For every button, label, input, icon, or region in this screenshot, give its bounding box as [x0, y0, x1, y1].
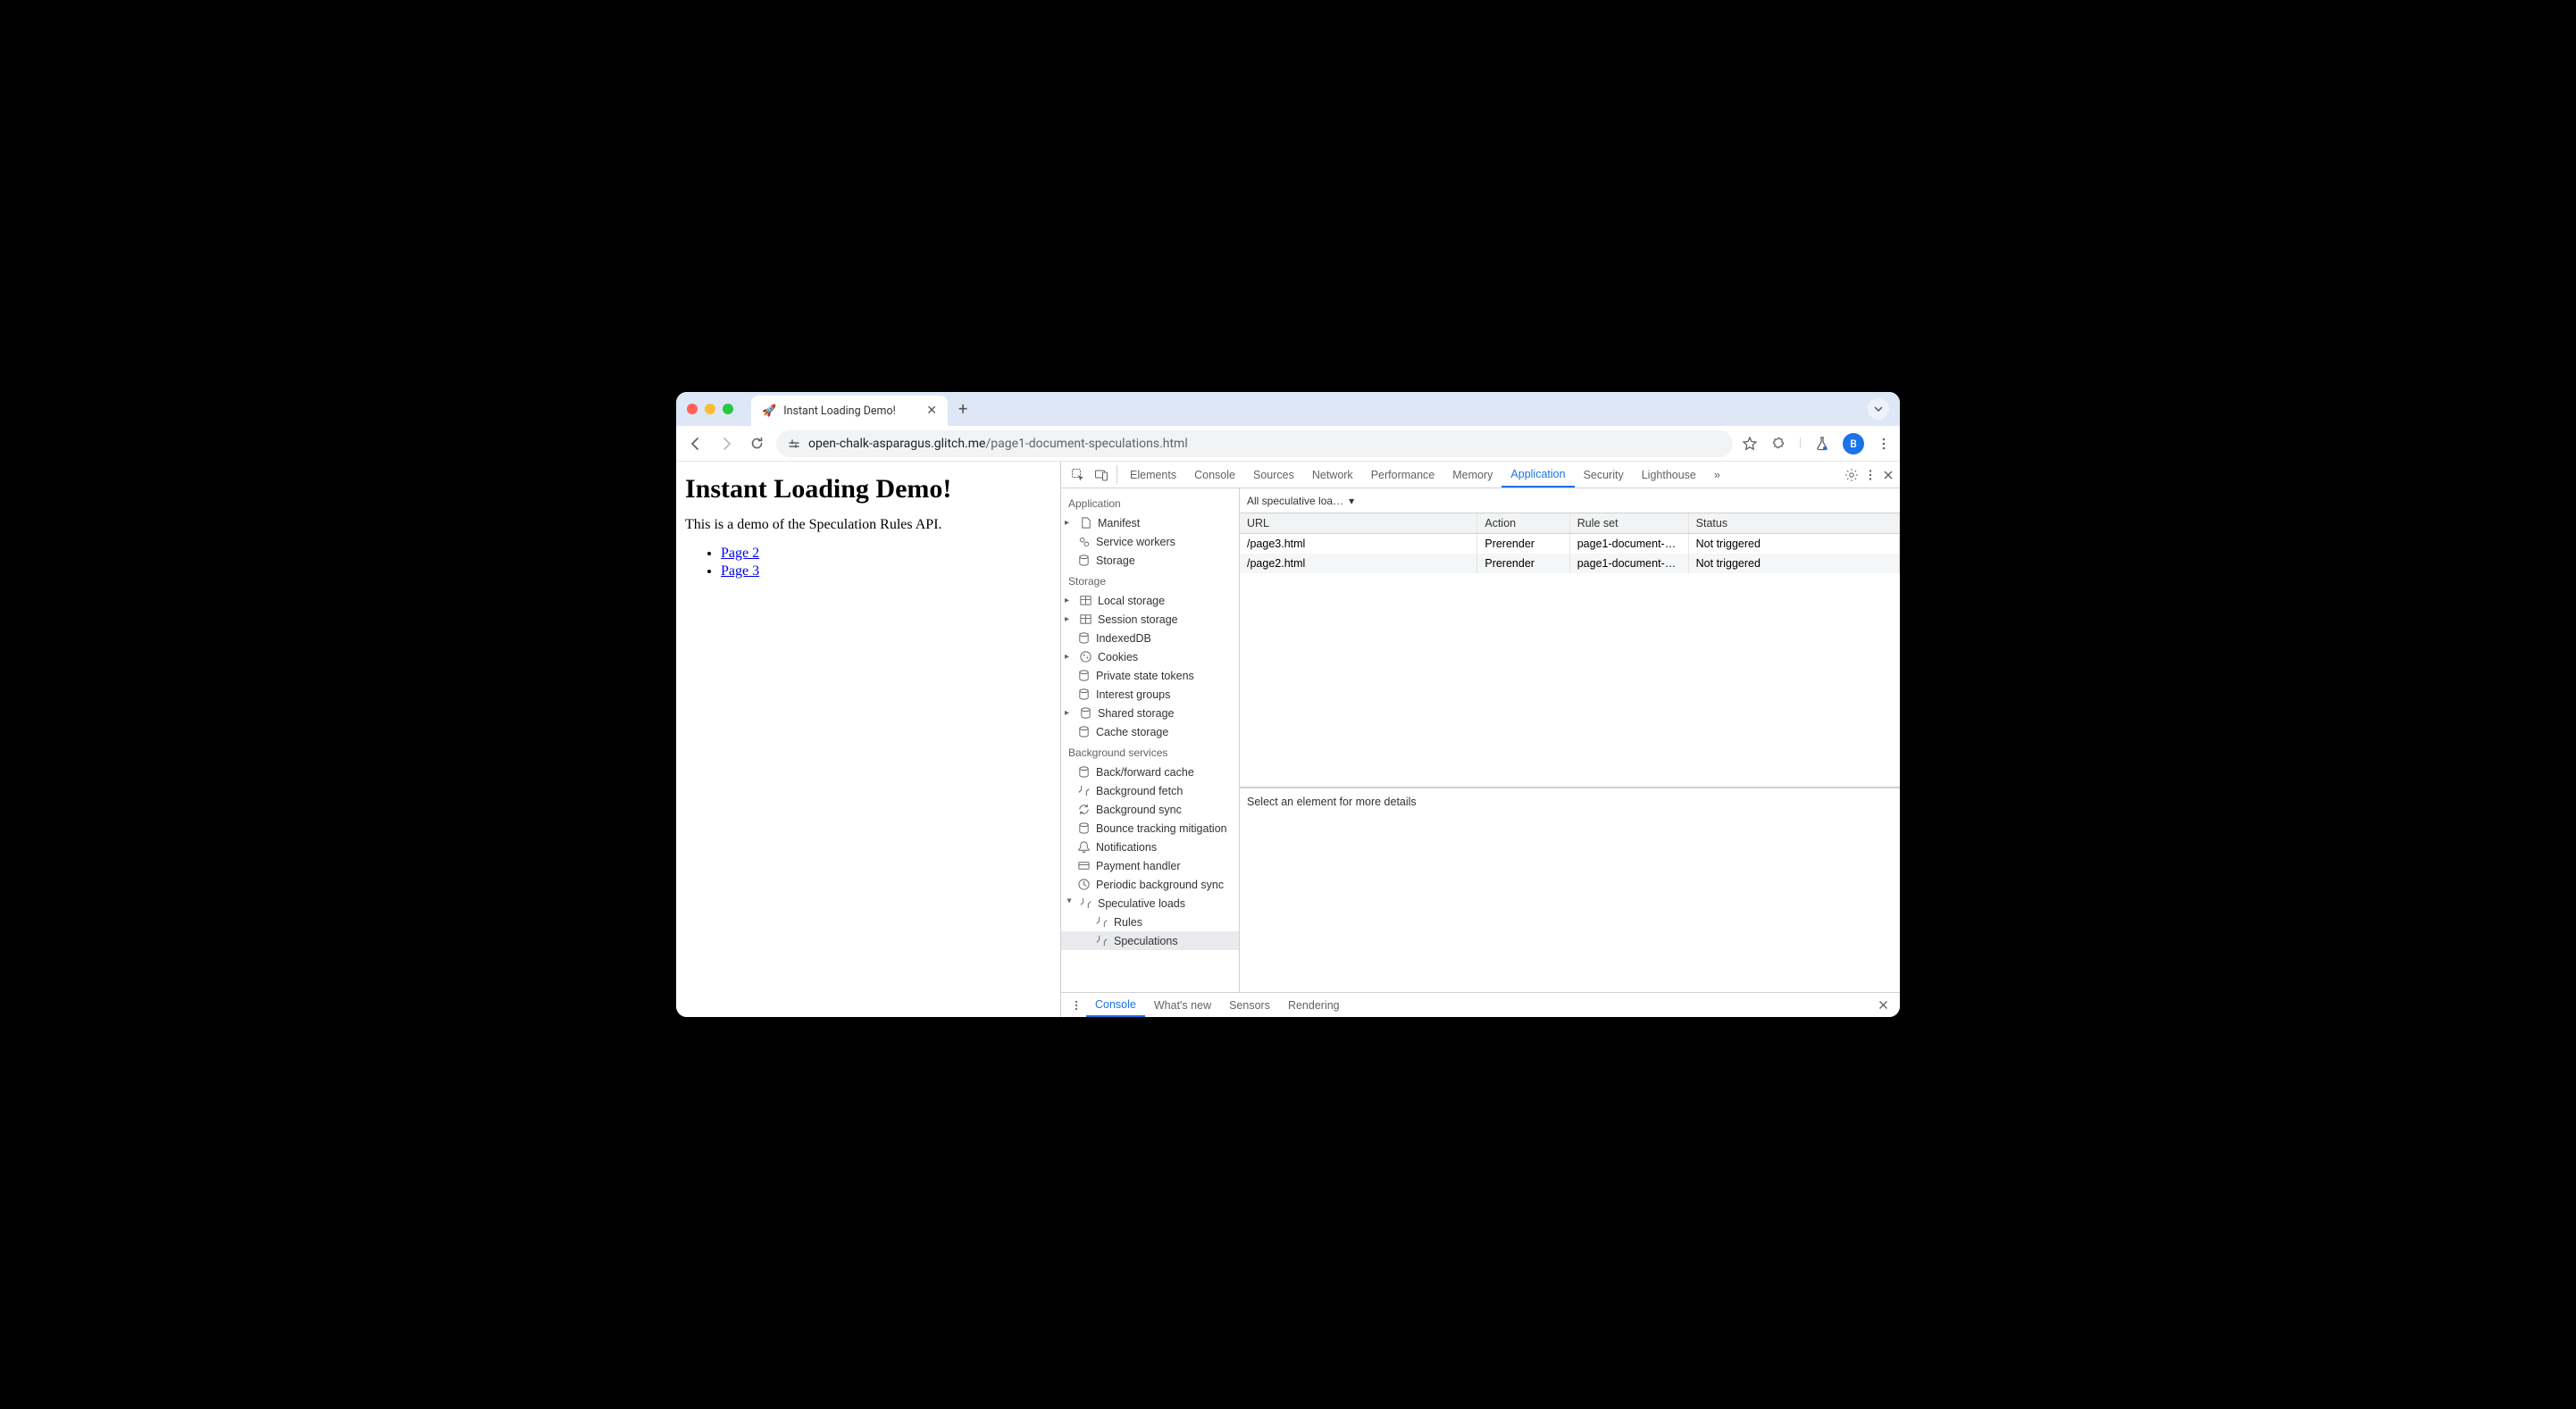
new-tab-button[interactable]: +: [958, 400, 967, 419]
sidebar-item-periodic-sync[interactable]: Periodic background sync: [1061, 875, 1239, 894]
table-row[interactable]: /page3.html Prerender page1-document-… N…: [1240, 534, 1900, 554]
table-empty-area: [1240, 573, 1900, 788]
page-content: Instant Loading Demo! This is a demo of …: [676, 462, 1060, 1017]
sidebar-item-rules[interactable]: Rules: [1061, 913, 1239, 931]
browser-tab[interactable]: 🚀 Instant Loading Demo! ✕: [751, 396, 948, 426]
devtools-drawer: Console What's new Sensors Rendering: [1061, 992, 1900, 1017]
tab-security[interactable]: Security: [1575, 462, 1633, 488]
sidebar-group-background: Background services: [1061, 741, 1239, 763]
page-link[interactable]: Page 3: [721, 563, 759, 579]
sidebar-item-interest-groups[interactable]: Interest groups: [1061, 685, 1239, 704]
tab-favicon: 🚀: [762, 404, 776, 418]
sidebar-item-background-fetch[interactable]: Background fetch: [1061, 781, 1239, 800]
sidebar-item-speculations[interactable]: Speculations: [1061, 931, 1239, 950]
sidebar-item-cookies[interactable]: ▸Cookies: [1061, 647, 1239, 666]
close-window-button[interactable]: [687, 404, 698, 414]
sidebar-item-bfcache[interactable]: Back/forward cache: [1061, 763, 1239, 781]
extensions-button[interactable]: [1770, 436, 1786, 452]
tab-performance[interactable]: Performance: [1362, 462, 1444, 488]
address-bar[interactable]: open-chalk-asparagus.glitch.me/page1-doc…: [776, 430, 1733, 457]
dropdown-icon: ▾: [1349, 495, 1354, 507]
page-link-list: Page 2 Page 3: [685, 546, 1051, 579]
sidebar-item-session-storage[interactable]: ▸Session storage: [1061, 610, 1239, 629]
col-status[interactable]: Status: [1688, 513, 1899, 534]
sidebar-item-payment-handler[interactable]: Payment handler: [1061, 856, 1239, 875]
page-heading: Instant Loading Demo!: [685, 474, 1051, 504]
maximize-window-button[interactable]: [723, 404, 733, 414]
forward-button[interactable]: [715, 433, 737, 454]
profile-button[interactable]: B: [1843, 433, 1864, 454]
inspect-element-button[interactable]: [1066, 462, 1090, 488]
sidebar-item-private-state-tokens[interactable]: Private state tokens: [1061, 666, 1239, 685]
tab-sources[interactable]: Sources: [1244, 462, 1303, 488]
devtools-tabbar: Elements Console Sources Network Perform…: [1061, 462, 1900, 488]
browser-window: 🚀 Instant Loading Demo! ✕ + open-chalk-a…: [676, 392, 1900, 1017]
traffic-lights: [687, 404, 733, 414]
device-toolbar-button[interactable]: [1090, 462, 1113, 488]
col-ruleset[interactable]: Rule set: [1569, 513, 1688, 534]
drawer-tab-sensors[interactable]: Sensors: [1220, 993, 1279, 1017]
sidebar-item-cache-storage[interactable]: Cache storage: [1061, 722, 1239, 741]
devtools-close-button[interactable]: [1882, 469, 1894, 481]
tab-console[interactable]: Console: [1185, 462, 1244, 488]
devtools-settings-button[interactable]: [1844, 468, 1859, 482]
sidebar-item-local-storage[interactable]: ▸Local storage: [1061, 591, 1239, 610]
sidebar-item-shared-storage[interactable]: ▸Shared storage: [1061, 704, 1239, 722]
sidebar-item-indexeddb[interactable]: IndexedDB: [1061, 629, 1239, 647]
drawer-tab-whatsnew[interactable]: What's new: [1145, 993, 1220, 1017]
url-text: open-chalk-asparagus.glitch.me/page1-doc…: [808, 437, 1188, 451]
labs-button[interactable]: [1814, 436, 1830, 452]
devtools-menu-button[interactable]: [1864, 469, 1877, 481]
sidebar-item-manifest[interactable]: ▸Manifest: [1061, 513, 1239, 532]
toolbar: open-chalk-asparagus.glitch.me/page1-doc…: [676, 426, 1900, 462]
drawer-menu-button[interactable]: [1066, 993, 1086, 1017]
tab-memory[interactable]: Memory: [1443, 462, 1501, 488]
drawer-tab-console[interactable]: Console: [1086, 993, 1145, 1017]
tab-lighthouse[interactable]: Lighthouse: [1633, 462, 1705, 488]
minimize-window-button[interactable]: [705, 404, 715, 414]
content-area: Instant Loading Demo! This is a demo of …: [676, 462, 1900, 1017]
page-link[interactable]: Page 2: [721, 546, 759, 561]
sidebar-item-bounce-tracking[interactable]: Bounce tracking mitigation: [1061, 819, 1239, 838]
sidebar-item-background-sync[interactable]: Background sync: [1061, 800, 1239, 819]
tab-more[interactable]: »: [1705, 462, 1729, 488]
drawer-close-button[interactable]: [1872, 999, 1894, 1011]
titlebar: 🚀 Instant Loading Demo! ✕ +: [676, 392, 1900, 426]
sidebar-group-application: Application: [1061, 492, 1239, 513]
speculations-table: URL Action Rule set Status /page3.html P…: [1240, 513, 1900, 573]
tab-application[interactable]: Application: [1501, 462, 1574, 488]
tab-title: Instant Loading Demo!: [783, 404, 919, 418]
sidebar-item-service-workers[interactable]: Service workers: [1061, 532, 1239, 551]
speculations-panel: All speculative loa… ▾ URL Action Rule s…: [1240, 488, 1900, 992]
devtools-panel: Elements Console Sources Network Perform…: [1060, 462, 1900, 1017]
col-url[interactable]: URL: [1240, 513, 1477, 534]
application-sidebar: Application ▸Manifest Service workers St…: [1061, 488, 1240, 992]
tab-elements[interactable]: Elements: [1121, 462, 1185, 488]
sidebar-group-storage: Storage: [1061, 570, 1239, 591]
drawer-tab-rendering[interactable]: Rendering: [1279, 993, 1349, 1017]
reload-button[interactable]: [746, 433, 767, 454]
back-button[interactable]: [685, 433, 707, 454]
bookmark-button[interactable]: [1742, 436, 1758, 452]
tab-network[interactable]: Network: [1303, 462, 1362, 488]
sidebar-item-storage[interactable]: Storage: [1061, 551, 1239, 570]
table-row[interactable]: /page2.html Prerender page1-document-… N…: [1240, 554, 1900, 573]
close-tab-button[interactable]: ✕: [926, 404, 937, 418]
page-paragraph: This is a demo of the Speculation Rules …: [685, 517, 1051, 533]
col-action[interactable]: Action: [1477, 513, 1569, 534]
sidebar-item-notifications[interactable]: Notifications: [1061, 838, 1239, 856]
detail-placeholder: Select an element for more details: [1240, 788, 1900, 992]
sidebar-item-speculative-loads[interactable]: ▸Speculative loads: [1061, 894, 1239, 913]
site-settings-icon[interactable]: [787, 437, 801, 451]
menu-button[interactable]: [1877, 437, 1891, 451]
tabs-dropdown-button[interactable]: [1868, 398, 1889, 420]
filter-dropdown[interactable]: All speculative loa… ▾: [1240, 488, 1900, 513]
